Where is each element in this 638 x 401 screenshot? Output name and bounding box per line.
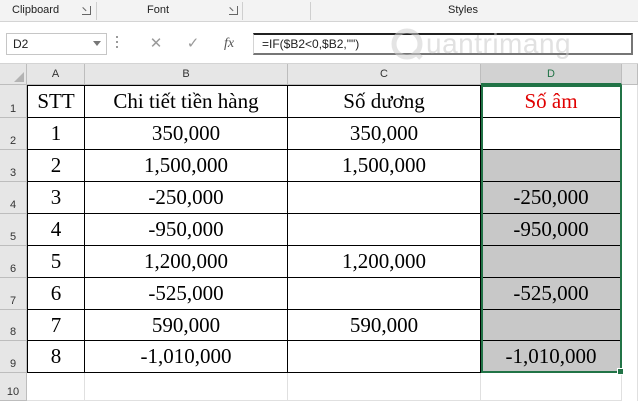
cell-d5[interactable]: -950,000 <box>481 214 622 246</box>
column-header-c[interactable]: C <box>288 64 481 85</box>
cell-a8[interactable]: 7 <box>28 310 85 341</box>
cell-a7[interactable]: 6 <box>28 278 85 310</box>
cell-a3[interactable]: 2 <box>28 150 85 182</box>
row-header-8[interactable]: 8 <box>0 310 27 341</box>
ribbon-separator <box>242 2 243 20</box>
cell-c5[interactable] <box>288 214 481 246</box>
cell-a10[interactable] <box>27 373 85 401</box>
cell-d1[interactable]: Số âm <box>481 86 622 118</box>
select-all-button[interactable] <box>0 64 27 85</box>
ribbon-separator <box>310 2 311 20</box>
cell-d9[interactable]: -1,010,000 <box>481 341 622 373</box>
row-header-6[interactable]: 6 <box>0 246 27 278</box>
cell-d7[interactable]: -525,000 <box>481 278 622 310</box>
cell-b3[interactable]: 1,500,000 <box>85 150 288 182</box>
cell-a4[interactable]: 3 <box>28 182 85 214</box>
cell-c9[interactable] <box>288 341 481 373</box>
cell-d10[interactable] <box>481 373 622 401</box>
ribbon-group-styles: Styles <box>448 4 478 16</box>
cell-c3[interactable]: 1,500,000 <box>288 150 481 182</box>
cell-b10[interactable] <box>85 373 288 401</box>
spreadsheet-grid: A B C D 1 2 3 4 5 6 7 8 9 10 STT Chi tiế… <box>0 64 638 401</box>
row-header-7[interactable]: 7 <box>0 278 27 310</box>
cell-b1[interactable]: Chi tiết tiền hàng <box>85 86 288 118</box>
column-header-b[interactable]: B <box>85 64 288 85</box>
fill-handle[interactable] <box>617 368 624 375</box>
cell-b2[interactable]: 350,000 <box>85 118 288 150</box>
row-header-5[interactable]: 5 <box>0 214 27 246</box>
cell-c10[interactable] <box>288 373 481 401</box>
cell-d4[interactable]: -250,000 <box>481 182 622 214</box>
ribbon-separator <box>96 2 97 20</box>
column-header-e[interactable] <box>622 64 638 85</box>
column-header-a[interactable]: A <box>27 64 85 85</box>
cell-c2[interactable]: 350,000 <box>288 118 481 150</box>
cell-b5[interactable]: -950,000 <box>85 214 288 246</box>
cell-b7[interactable]: -525,000 <box>85 278 288 310</box>
ribbon-group-font: Font <box>147 4 170 16</box>
cell-a5[interactable]: 4 <box>28 214 85 246</box>
row-header-9[interactable]: 9 <box>0 341 27 373</box>
cell-c4[interactable] <box>288 182 481 214</box>
row-header-10[interactable]: 10 <box>0 373 27 401</box>
cell-a6[interactable]: 5 <box>28 246 85 278</box>
ribbon-group-labels: Clipboard Font Styles <box>0 0 638 22</box>
cell-c7[interactable] <box>288 278 481 310</box>
cancel-icon[interactable]: ✕ <box>145 34 167 54</box>
cell-d3[interactable] <box>481 150 622 182</box>
cell-b9[interactable]: -1,010,000 <box>85 341 288 373</box>
formula-bar-grip-icon[interactable] <box>115 36 119 52</box>
cell-c6[interactable]: 1,200,000 <box>288 246 481 278</box>
cell-d8[interactable] <box>481 310 622 341</box>
row-header-3[interactable]: 3 <box>0 150 27 182</box>
name-box[interactable]: D2 <box>6 33 107 55</box>
chevron-down-icon[interactable] <box>93 41 101 46</box>
cell-a1[interactable]: STT <box>28 86 85 118</box>
insert-function-button[interactable]: fx <box>218 34 240 54</box>
formula-bar: D2 ✕ ✓ fx <box>0 22 638 64</box>
cell-b8[interactable]: 590,000 <box>85 310 288 341</box>
cell-b4[interactable]: -250,000 <box>85 182 288 214</box>
cell-a2[interactable]: 1 <box>28 118 85 150</box>
row-header-2[interactable]: 2 <box>0 118 27 150</box>
name-box-value: D2 <box>13 37 29 51</box>
row-header-1[interactable]: 1 <box>0 85 27 118</box>
font-launcher-icon[interactable] <box>229 6 238 15</box>
clipboard-launcher-icon[interactable] <box>82 6 91 15</box>
cell-b6[interactable]: 1,200,000 <box>85 246 288 278</box>
enter-icon[interactable]: ✓ <box>182 34 204 54</box>
cell-c1[interactable]: Số dương <box>288 86 481 118</box>
cell-a9[interactable]: 8 <box>28 341 85 373</box>
cell-d2[interactable] <box>481 118 622 150</box>
ribbon-group-clipboard: Clipboard <box>12 4 60 16</box>
cell-d6[interactable] <box>481 246 622 278</box>
cell-c8[interactable]: 590,000 <box>288 310 481 341</box>
column-header-d[interactable]: D <box>481 64 622 85</box>
column-e-cells[interactable] <box>622 85 638 401</box>
row-header-4[interactable]: 4 <box>0 182 27 214</box>
formula-input[interactable] <box>253 33 633 55</box>
